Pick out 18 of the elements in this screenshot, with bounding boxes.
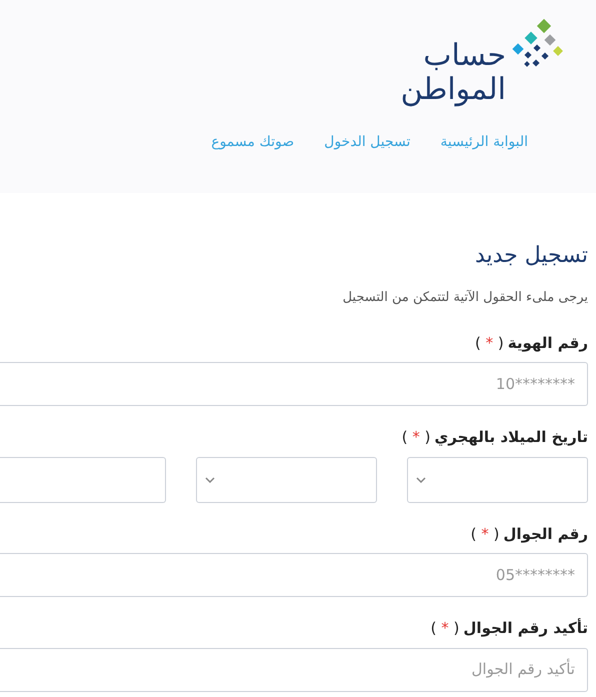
field-label: تأكيد رقم الجوال: [463, 617, 588, 639]
text-field[interactable]: 05********: [0, 553, 588, 597]
nav-link[interactable]: تسجيل الدخول: [324, 132, 410, 153]
required-marker: ( * ): [430, 618, 460, 639]
logo-text: حساب: [423, 40, 506, 72]
field-label: رقم الجوال: [503, 524, 588, 545]
logo-text: المواطن: [400, 72, 506, 108]
required-marker: ( * ): [402, 427, 430, 448]
field-label: رقم الهوية: [508, 332, 588, 354]
required-marker: ( * ): [470, 524, 500, 544]
text-field[interactable]: 10********: [0, 362, 588, 406]
field-label: تاريخ الميلاد بالهجري: [434, 427, 588, 448]
page-title: تسجيل جديد: [474, 242, 588, 270]
nav-link[interactable]: صوتك مسموع: [211, 132, 294, 153]
text-field[interactable]: تأكيد رقم الجوال: [0, 648, 588, 692]
nav-link[interactable]: البوابة الرئيسية: [440, 132, 528, 153]
form-subtitle: يرجى ملىء الحقول الآتية لتتمكن من التسجيل: [342, 288, 588, 307]
required-marker: ( * ): [474, 332, 504, 354]
